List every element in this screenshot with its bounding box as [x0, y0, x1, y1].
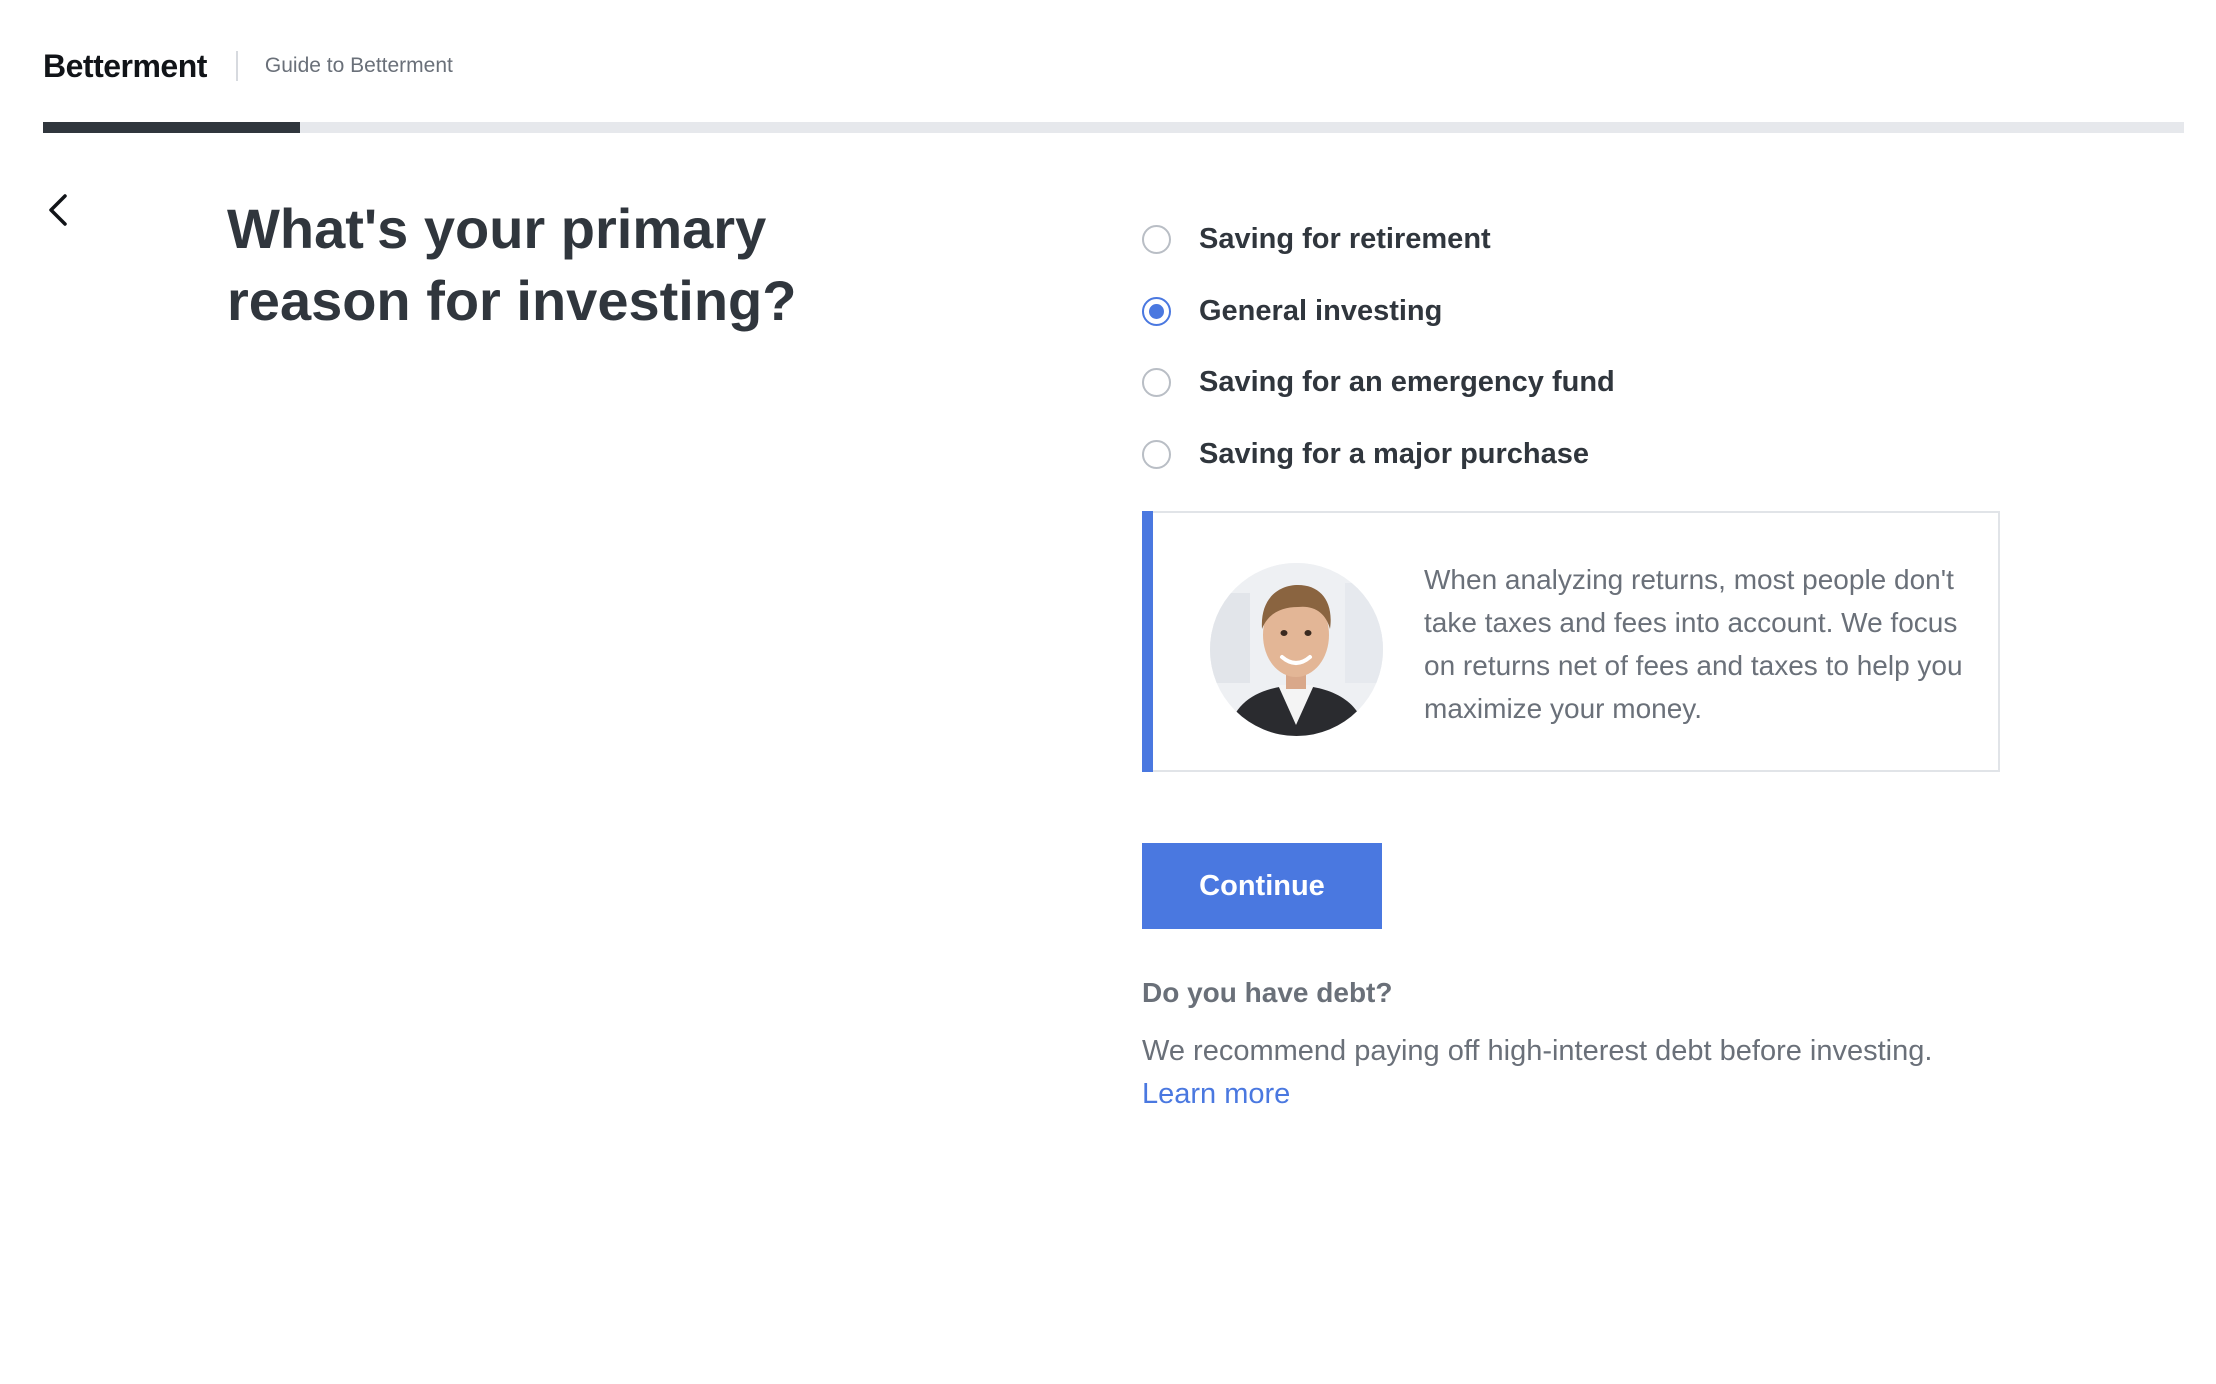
option-label: Saving for a major purchase [1199, 437, 1590, 470]
person-icon [1210, 563, 1383, 736]
debt-text: We recommend paying off high-interest de… [1142, 1035, 1933, 1067]
radio-button[interactable] [1142, 439, 1171, 469]
progress-bar [43, 122, 2184, 133]
option-emergency-fund[interactable]: Saving for an emergency fund [1142, 347, 2042, 419]
radio-button[interactable] [1142, 368, 1171, 398]
back-button[interactable] [40, 188, 76, 232]
progress-bar-fill [43, 122, 300, 133]
option-label: General investing [1199, 294, 1443, 327]
learn-more-link[interactable]: Learn more [1142, 1078, 1290, 1110]
onboarding-page: Betterment Guide to Betterment What's yo… [0, 0, 2216, 1384]
option-saving-for-retirement[interactable]: Saving for retirement [1142, 204, 2042, 276]
debt-note: We recommend paying off high-interest de… [1142, 1030, 2042, 1116]
advisor-tip-card: When analyzing returns, most people don'… [1142, 511, 2000, 772]
radio-button[interactable] [1142, 225, 1171, 255]
advisor-avatar [1210, 563, 1383, 736]
page-title-line-2: reason for investing? [227, 269, 797, 332]
radio-button[interactable] [1142, 296, 1171, 326]
tip-text: When analyzing returns, most people don'… [1424, 564, 1963, 724]
chevron-left-icon [49, 194, 67, 226]
page-title: What's your primary reason for investing… [227, 193, 947, 337]
tip-accent-bar [1142, 511, 1153, 772]
option-label: Saving for an emergency fund [1199, 366, 1615, 399]
header: Betterment Guide to Betterment [43, 44, 453, 88]
page-title-line-1: What's your primary [227, 197, 767, 260]
header-divider [235, 51, 238, 81]
reason-options: Saving for retirement General investing … [1142, 204, 2042, 490]
debt-heading: Do you have debt? [1142, 977, 1393, 1008]
option-major-purchase[interactable]: Saving for a major purchase [1142, 419, 2042, 491]
option-label: Saving for retirement [1199, 223, 1491, 256]
continue-button[interactable]: Continue [1142, 843, 1382, 929]
guide-label: Guide to Betterment [264, 54, 453, 77]
option-general-investing[interactable]: General investing [1142, 276, 2042, 348]
betterment-logo[interactable]: Betterment [43, 48, 207, 85]
